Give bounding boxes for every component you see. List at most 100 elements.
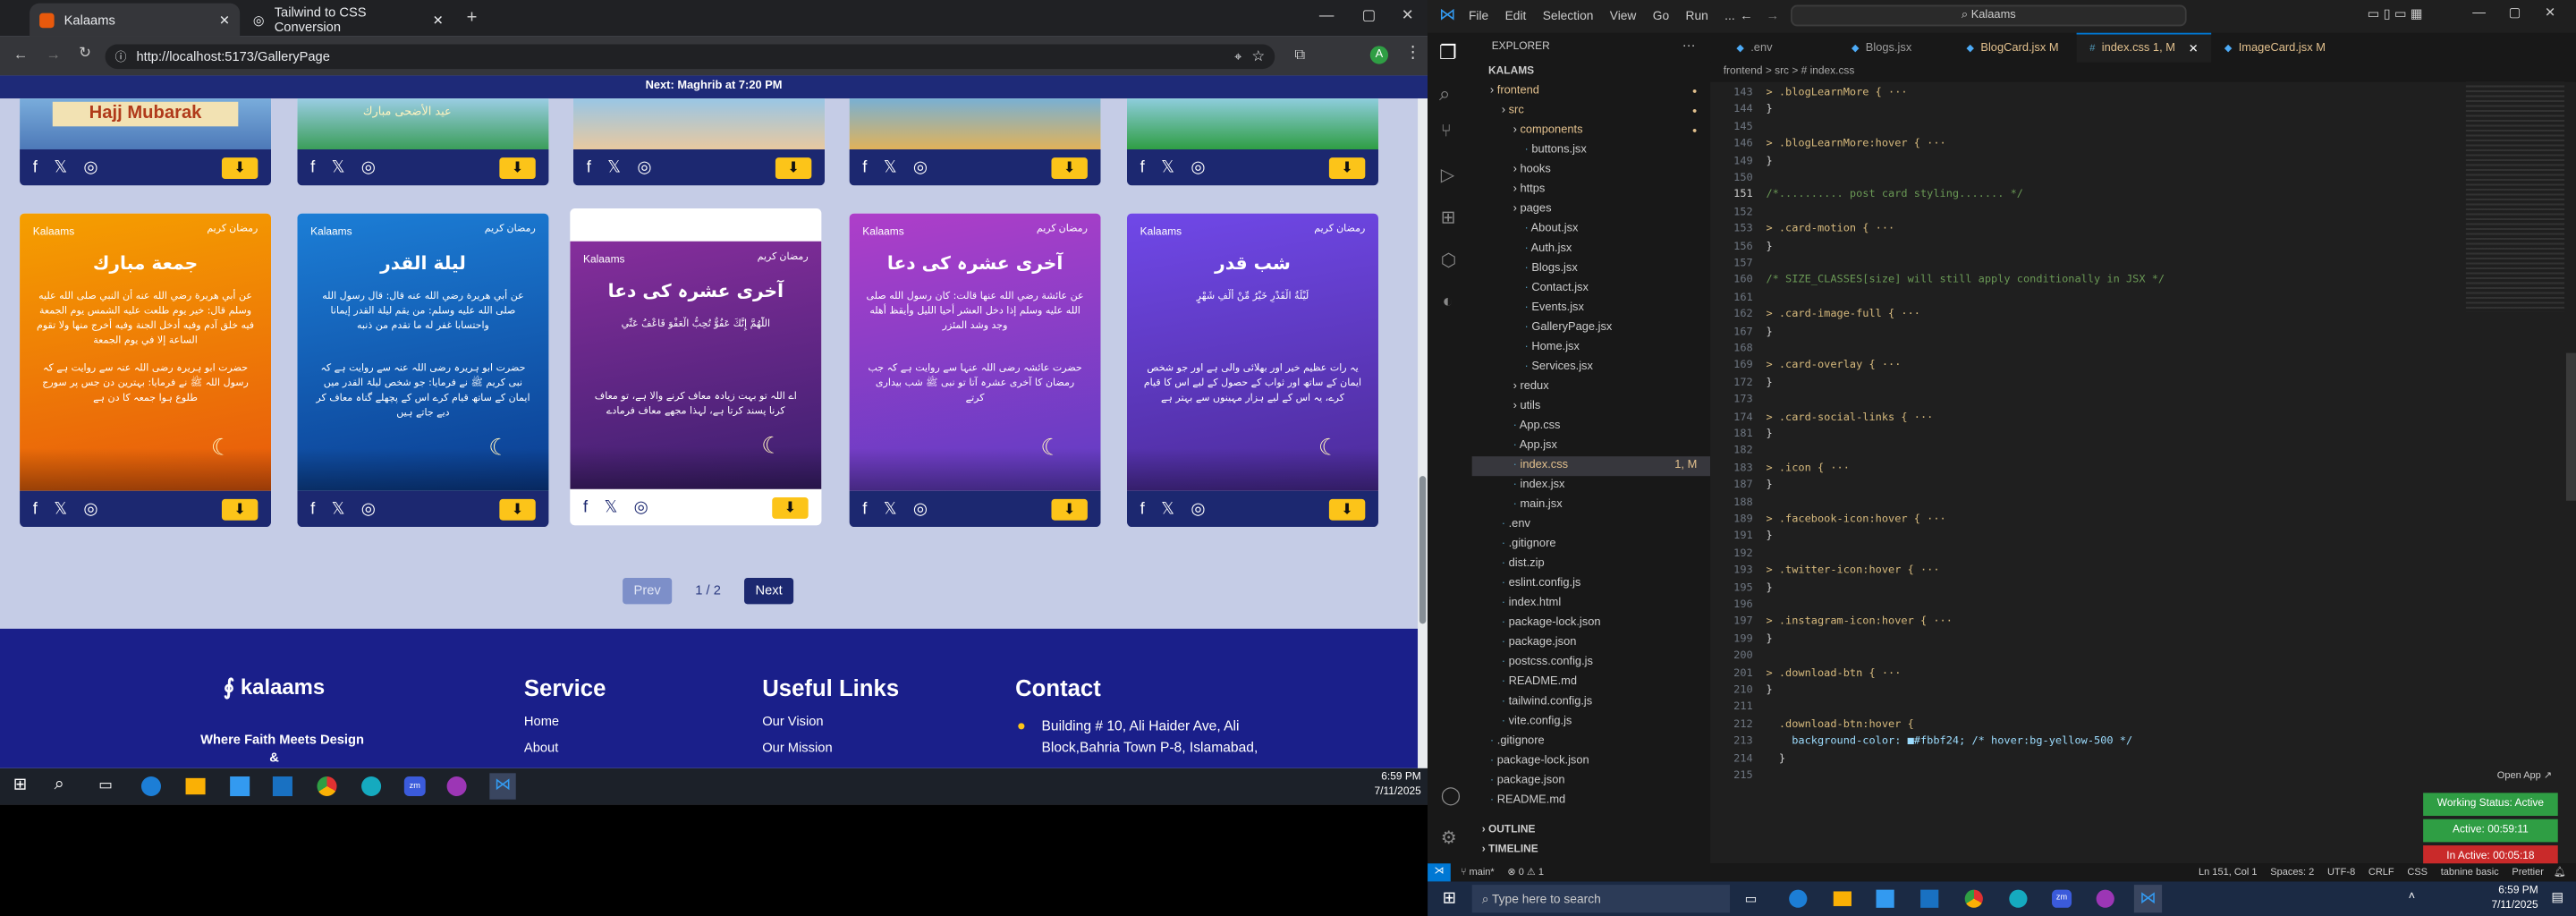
tree-file[interactable]: · index.html — [1472, 594, 1710, 614]
edge-icon[interactable] — [140, 776, 161, 797]
tree-folder[interactable]: › utils — [1472, 397, 1710, 417]
nav-back-icon[interactable]: ← — [1740, 8, 1753, 23]
facebook-icon[interactable]: f — [587, 158, 591, 176]
maximize-icon[interactable]: ▢ — [1362, 6, 1377, 24]
forward-icon[interactable]: → — [46, 46, 61, 62]
new-tab-icon[interactable]: + — [467, 8, 478, 28]
extensions-icon[interactable]: ⊞ — [1441, 207, 1456, 228]
run-debug-icon[interactable]: ▷ — [1441, 165, 1455, 185]
twitter-icon[interactable]: 𝕏 — [884, 500, 897, 518]
tree-file[interactable]: · main.jsx — [1472, 496, 1710, 515]
settings-gear-icon[interactable]: ⚙ — [1441, 827, 1457, 849]
menu-item[interactable]: ... — [1724, 8, 1735, 23]
tree-file[interactable]: · GalleryPage.jsx — [1472, 318, 1710, 338]
reload-icon[interactable]: ↻ — [79, 45, 91, 63]
close-icon[interactable]: ✕ — [2189, 42, 2199, 55]
instagram-icon[interactable]: ◎ — [83, 500, 97, 518]
breadcrumb[interactable]: frontend > src > # index.css — [1710, 63, 2576, 82]
gallery-card[interactable]: Kalaams رمضان كريم شب قدر لَيْلَةُ الْقَ… — [1126, 213, 1378, 528]
gallery-card[interactable]: Kalaams رمضان كريم آخری عشرہ کی دعا عن ع… — [849, 213, 1101, 528]
taskbar-search-box[interactable]: ⌕ Type here to search — [1471, 885, 1731, 913]
tree-file[interactable]: · package.json — [1472, 771, 1710, 791]
outlook-icon[interactable] — [272, 776, 292, 797]
download-button[interactable]: ⬇ — [775, 157, 812, 179]
tree-file[interactable]: · Home.jsx — [1472, 338, 1710, 358]
close-icon[interactable]: ✕ — [433, 13, 444, 28]
twitter-icon[interactable]: 𝕏 — [54, 500, 67, 518]
task-view-icon[interactable]: ▭ — [1745, 891, 1758, 906]
tree-file[interactable]: · index.jsx — [1472, 476, 1710, 496]
search-icon[interactable]: ⌕ — [55, 775, 64, 796]
tree-file[interactable]: · index.css 1, M — [1471, 456, 1711, 477]
outlook-icon[interactable] — [1920, 889, 1939, 908]
problems-status[interactable]: ⊗ 0 ⚠ 1 — [1507, 867, 1544, 878]
timeline-section[interactable]: › TIMELINE — [1482, 844, 1538, 855]
notification-icon[interactable]: ▤ — [2551, 890, 2563, 905]
tree-file[interactable]: · buttons.jsx — [1472, 141, 1710, 161]
zoom-icon[interactable]: zm — [2052, 889, 2072, 908]
tree-folder[interactable]: › hooks — [1472, 161, 1710, 181]
twitter-icon[interactable]: 𝕏 — [1161, 158, 1174, 176]
tray-chevron-icon[interactable]: ˄ — [2409, 891, 2416, 903]
encoding-status[interactable]: UTF-8 — [2327, 868, 2355, 878]
tree-folder[interactable]: › frontend ● — [1472, 82, 1710, 102]
menu-item[interactable]: Go — [1653, 8, 1669, 23]
editor-tab[interactable]: ◆ ImageCard.jsx M — [2211, 33, 2346, 63]
back-icon[interactable]: ← — [13, 46, 29, 62]
download-button[interactable]: ⬇ — [1328, 157, 1366, 179]
twitter-icon[interactable]: 𝕏 — [332, 500, 345, 518]
menu-item[interactable]: View — [1610, 8, 1637, 23]
tree-folder[interactable]: › pages — [1472, 200, 1710, 220]
tree-folder[interactable]: › redux — [1472, 377, 1710, 397]
tree-file[interactable]: · Auth.jsx — [1472, 240, 1710, 259]
command-center-search[interactable]: ⌕ Kalaams — [1791, 4, 2187, 27]
facebook-icon[interactable]: f — [33, 158, 38, 176]
instagram-icon[interactable]: ◎ — [361, 500, 376, 518]
instagram-icon[interactable]: ◎ — [634, 498, 648, 516]
tree-folder[interactable]: › https — [1472, 181, 1710, 200]
chrome-icon[interactable] — [1964, 889, 1983, 908]
tree-folder[interactable]: › src ● — [1472, 102, 1710, 122]
extensions-icon[interactable]: ⧉ — [1294, 46, 1305, 64]
tree-file[interactable]: · eslint.config.js — [1472, 574, 1710, 594]
vscode-icon[interactable]: ⋈ — [489, 773, 516, 800]
tree-file[interactable]: · Blogs.jsx — [1472, 259, 1710, 279]
remote-icon[interactable]: ⬡ — [1441, 250, 1457, 271]
footer-link-mission[interactable]: Our Mission — [762, 741, 832, 756]
download-button[interactable]: ⬇ — [1051, 157, 1088, 179]
profile-avatar[interactable]: A — [1369, 46, 1389, 64]
editor-tab[interactable]: ◆ BlogCard.jsx M — [1953, 33, 2077, 63]
tree-file[interactable]: · .gitignore — [1472, 732, 1710, 751]
cursor-position[interactable]: Ln 151, Col 1 — [2199, 868, 2258, 878]
tree-file[interactable]: · README.md — [1472, 673, 1710, 692]
twitter-icon[interactable]: 𝕏 — [54, 158, 67, 176]
menu-item[interactable]: Edit — [1505, 8, 1527, 23]
tree-file[interactable]: · App.css — [1472, 417, 1710, 437]
twitter-icon[interactable]: 𝕏 — [884, 158, 897, 176]
chrome-icon[interactable] — [317, 776, 337, 797]
app-icon[interactable] — [2009, 889, 2028, 908]
layout-icon[interactable]: ▭ ▯ ▭ ▦ — [2368, 6, 2423, 21]
instagram-icon[interactable]: ◎ — [83, 158, 97, 176]
facebook-icon[interactable]: f — [310, 500, 315, 518]
editor-tab[interactable]: ◆ .env — [1724, 33, 1839, 63]
gallery-card[interactable]: Kalaams رمضان كريم آخری عشرہ کی دعا اللَ… — [570, 208, 822, 526]
maximize-icon[interactable]: ▢ — [2509, 5, 2521, 21]
download-button[interactable]: ⬇ — [221, 497, 258, 520]
eol-status[interactable]: CRLF — [2368, 868, 2394, 878]
tree-file[interactable]: · .env — [1472, 515, 1710, 535]
prettier-status[interactable]: Prettier — [2512, 868, 2544, 878]
editor-tab[interactable]: # index.css 1, M ✕ — [2076, 32, 2212, 63]
nav-forward-icon[interactable]: → — [1766, 8, 1779, 23]
menu-kebab-icon[interactable]: ⋮ — [1404, 45, 1420, 63]
store-icon[interactable] — [1876, 889, 1894, 908]
gallery-card[interactable]: Kalaams رمضان كريم جمعة مبارك عن أبي هري… — [20, 213, 272, 528]
gallery-card[interactable]: Kalaams رمضان كريم ليلة القدر عن أبي هري… — [297, 213, 549, 528]
tree-file[interactable]: · package-lock.json — [1472, 614, 1710, 633]
zoom-icon[interactable]: zm — [403, 776, 426, 797]
tabnine-status[interactable]: tabnine basic — [2441, 868, 2499, 878]
download-button[interactable]: ⬇ — [499, 157, 536, 179]
download-button[interactable]: ⬇ — [499, 497, 536, 520]
language-status[interactable]: CSS — [2407, 868, 2428, 878]
instagram-icon[interactable]: ◎ — [1191, 158, 1205, 176]
